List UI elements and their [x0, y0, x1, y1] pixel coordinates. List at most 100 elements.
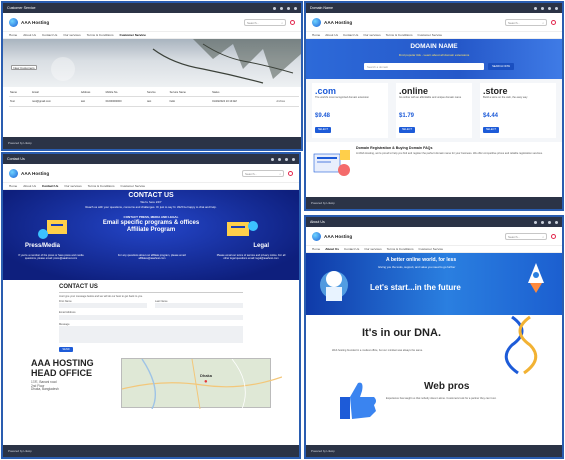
first-name-field[interactable] — [59, 303, 147, 309]
nav-contact[interactable]: Contact Us — [344, 247, 359, 251]
nav-contact[interactable]: Contact Us — [42, 33, 57, 37]
user-icon[interactable] — [555, 220, 558, 224]
send-button[interactable]: SEND — [59, 347, 73, 353]
nav-about[interactable]: About Us — [23, 33, 36, 37]
card-desc: Go online with an affordable and unique … — [399, 96, 462, 99]
card-desc: The world's most recognized domain exten… — [315, 96, 369, 99]
nav-services[interactable]: Our services — [364, 247, 381, 251]
select-button[interactable]: SELECT — [315, 127, 331, 133]
domain-card[interactable]: .com The world's most recognized domain … — [312, 83, 388, 138]
nav-home[interactable]: Home — [312, 247, 320, 251]
search-input[interactable]: Search... ⌕ — [505, 18, 547, 26]
astronaut-illustration — [320, 271, 348, 301]
card-price: $9.48 — [315, 113, 331, 119]
edit-icon[interactable] — [534, 220, 537, 224]
eye-icon[interactable] — [285, 157, 288, 161]
hero-title: CONTACT US — [128, 192, 174, 199]
hero-main-title: Let's start...in the future — [370, 283, 461, 292]
search-placeholder: Search... — [508, 20, 521, 25]
user-icon[interactable] — [292, 157, 295, 161]
last-name-field[interactable] — [155, 303, 243, 309]
topbar-icons — [534, 220, 558, 224]
account-icon[interactable] — [288, 170, 293, 176]
nav-terms[interactable]: Terms & Conditions — [87, 33, 114, 37]
edit-icon[interactable] — [273, 6, 276, 10]
edit-icon[interactable] — [271, 157, 274, 161]
email-field[interactable] — [59, 314, 243, 320]
office-section: AAA HOSTING HEAD OFFICE 17/E, Banani roa… — [3, 356, 299, 410]
nav-services[interactable]: Our services — [363, 33, 380, 37]
nav-home[interactable]: Home — [312, 33, 320, 37]
site-logo[interactable]: AAA Hosting — [9, 17, 49, 27]
legal-text: Please email our terms of service and pr… — [216, 254, 286, 261]
affiliate-text: For any questions about our affiliate pr… — [117, 254, 187, 261]
nav-services[interactable]: Our services — [63, 33, 80, 37]
topbar-icons — [534, 6, 558, 10]
hero-title: DOMAIN NAME — [410, 43, 458, 50]
admin-topbar: Domain Name — [306, 3, 562, 13]
nav-customer-service[interactable]: Customer Service — [120, 33, 146, 37]
eye-icon[interactable] — [287, 6, 290, 10]
logo-text: AAA Hosting — [324, 233, 353, 239]
contact-form: CONTACT US Just type your message below … — [3, 280, 299, 356]
office-map[interactable]: Dhaka ● — [121, 358, 282, 410]
domain-card[interactable]: .online Go online with an affordable and… — [396, 83, 472, 138]
footer-text: Powered by Lifesip — [8, 141, 32, 145]
nav-customer-service[interactable]: Customer Service — [419, 247, 444, 251]
nav-customer-service[interactable]: Customer Service — [418, 33, 443, 37]
select-button[interactable]: SELECT — [399, 127, 415, 133]
nav-contact[interactable]: Contact Us — [343, 33, 358, 37]
nav-home[interactable]: Home — [9, 184, 17, 188]
new-customers-button[interactable]: New Customers — [11, 65, 37, 70]
grid-icon[interactable] — [280, 6, 283, 10]
domain-search-input[interactable]: Search a domain — [364, 63, 484, 70]
account-icon[interactable] — [551, 19, 556, 25]
nav-services[interactable]: Our services — [64, 184, 81, 188]
nav-customer-service[interactable]: Customer Service — [121, 184, 146, 188]
eye-icon[interactable] — [548, 220, 551, 224]
site-logo[interactable]: AAA Hosting — [9, 168, 49, 178]
account-icon[interactable] — [551, 233, 556, 239]
edit-icon[interactable] — [534, 6, 537, 10]
hero-subtitle: Giving you the tools, support, and value… — [378, 265, 456, 269]
nav-terms[interactable]: Terms & Conditions — [386, 33, 413, 37]
user-icon[interactable] — [294, 6, 297, 10]
search-input[interactable]: Search... ⌕ — [242, 169, 284, 177]
grid-icon[interactable] — [541, 6, 544, 10]
web-pros-section: Web pros Experience has taught us that n… — [306, 377, 562, 437]
eye-icon[interactable] — [548, 6, 551, 10]
col-email: Email — [32, 91, 39, 94]
user-icon[interactable] — [555, 6, 558, 10]
web-pros-text: Experience has taught us that nobody doe… — [386, 397, 497, 400]
card-desc: Build a store on the web, the easy way — [483, 96, 528, 99]
search-input[interactable]: Search... ⌕ — [244, 18, 286, 26]
nav-terms[interactable]: Terms & Conditions — [387, 247, 414, 251]
search-now-button[interactable]: SEARCH NOW — [488, 63, 514, 70]
archive-link[interactable]: Archive — [276, 97, 299, 107]
nav-about[interactable]: About Us — [325, 247, 339, 251]
nav-contact[interactable]: Contact Us — [42, 184, 58, 188]
nav-terms[interactable]: Terms & Conditions — [88, 184, 115, 188]
cell: test — [80, 100, 86, 103]
account-icon[interactable] — [290, 19, 295, 25]
tab-title: Customer Service — [7, 6, 36, 10]
site-logo[interactable]: AAA Hosting — [312, 231, 353, 241]
nav-about[interactable]: About Us — [23, 184, 36, 188]
site-header: AAA Hosting Search... ⌕ — [3, 164, 299, 182]
nav-about[interactable]: About Us — [325, 33, 338, 37]
search-input[interactable]: Search... ⌕ — [505, 232, 547, 240]
main-nav: Home About Us Contact Us Our services Te… — [306, 31, 562, 39]
hero-snow-image: New Customers — [3, 39, 301, 87]
grid-icon[interactable] — [541, 220, 544, 224]
table-row[interactable]: Test test@gmail.com test 01600000000 tes… — [9, 97, 299, 107]
site-logo[interactable]: AAA Hosting — [312, 17, 352, 27]
col-mobile: Mobile No. — [105, 91, 119, 94]
panel-customer-service: Customer Service AAA Hosting Search... ⌕ … — [1, 1, 303, 151]
form-intro: Just type your message below and we will… — [59, 294, 143, 298]
select-button[interactable]: SELECT — [483, 127, 499, 133]
message-field[interactable] — [59, 326, 243, 344]
grid-icon[interactable] — [278, 157, 281, 161]
panel-about-us: About Us AAA Hosting Search... ⌕ Home Abo… — [304, 215, 564, 459]
domain-card[interactable]: .store Build a store on the web, the eas… — [480, 83, 556, 138]
nav-home[interactable]: Home — [9, 33, 17, 37]
